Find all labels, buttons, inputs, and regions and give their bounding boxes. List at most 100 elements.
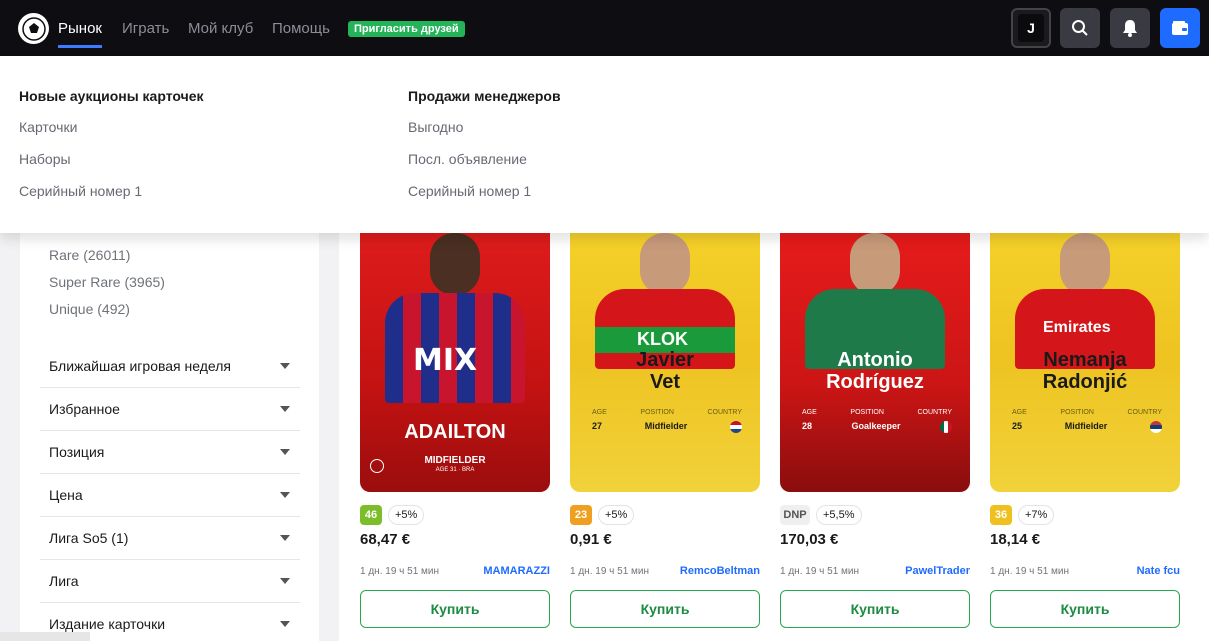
player-first-name: Antonio	[837, 349, 913, 371]
seller-name[interactable]: Nate fcu	[1137, 565, 1180, 577]
wallet-icon	[1172, 21, 1188, 35]
player-age: 28	[802, 421, 813, 431]
menu-link-bundles[interactable]: Наборы	[19, 151, 204, 169]
time-remaining: 1 дн. 19 ч 51 мин	[570, 566, 650, 577]
chevron-down-icon	[280, 621, 290, 627]
score-delta-badge: +5%	[598, 505, 635, 525]
player-score-badge: DNP	[780, 505, 810, 525]
filter-favorites[interactable]: Избранное	[40, 388, 300, 431]
player-card-image[interactable]: MIX ADAILTON MIDFIELDER AGE 31 · BRA	[360, 223, 550, 492]
search-button[interactable]	[1060, 8, 1100, 48]
top-navbar: Рынок Играть Мой клуб Помощь Пригласить …	[0, 0, 1209, 56]
menu-link-cards[interactable]: Карточки	[19, 119, 204, 137]
manager-sales-column: Продажи менеджеров Выгодно Посл. объявле…	[408, 88, 561, 215]
menu-link-latest-listing[interactable]: Посл. объявление	[408, 151, 561, 169]
bell-icon	[1123, 20, 1137, 37]
filter-position[interactable]: Позиция	[40, 431, 300, 474]
card-price: 68,47 €	[360, 531, 411, 548]
card-price: 18,14 €	[990, 531, 1041, 548]
age-label: AGE	[1012, 409, 1027, 416]
filter-so5-league[interactable]: Лига So5 (1)	[40, 517, 300, 560]
player-name: ADAILTON	[404, 421, 506, 443]
score-row: 46 +5%	[360, 505, 425, 525]
player-score-badge: 46	[360, 505, 382, 525]
notifications-button[interactable]	[1110, 8, 1150, 48]
market-dropdown-menu: Новые аукционы карточек Карточки Наборы …	[0, 56, 1209, 233]
mexico-flag-icon	[939, 421, 952, 433]
nav-market[interactable]: Рынок	[58, 20, 102, 37]
filter-sidebar: Rare (26011) Super Rare (3965) Unique (4…	[20, 233, 319, 641]
buy-button[interactable]: Купить	[360, 590, 550, 628]
buy-button[interactable]: Купить	[990, 590, 1180, 628]
time-remaining: 1 дн. 19 ч 51 мин	[780, 566, 860, 577]
filter-label: Ближайшая игровая неделя	[49, 358, 231, 374]
chevron-down-icon	[280, 578, 290, 584]
player-age: 27	[592, 421, 603, 431]
seller-name[interactable]: PawelTrader	[905, 565, 970, 577]
player-score-badge: 23	[570, 505, 592, 525]
player-first-name: Nemanja	[1043, 349, 1127, 371]
nav-my-club[interactable]: Мой клуб	[188, 20, 253, 37]
age-label: AGE	[592, 409, 607, 416]
player-position: Midfielder	[1064, 421, 1108, 431]
chevron-down-icon	[280, 535, 290, 541]
player-position: Midfielder	[644, 421, 688, 431]
position-label: POSITION	[850, 409, 884, 416]
chevron-down-icon	[280, 363, 290, 369]
chevron-down-icon	[280, 492, 290, 498]
score-row: DNP +5,5%	[780, 505, 862, 525]
player-photo	[850, 233, 900, 295]
manager-sales-title: Продажи менеджеров	[408, 88, 561, 104]
player-score-badge: 36	[990, 505, 1012, 525]
wallet-button[interactable]	[1160, 8, 1200, 48]
player-last-name: Radonjić	[1042, 371, 1128, 393]
position-label: POSITION	[640, 409, 674, 416]
filter-league[interactable]: Лига	[40, 560, 300, 603]
player-last-name: Vet	[649, 371, 681, 393]
player-jersey: MIX	[385, 293, 525, 403]
serbia-flag-icon	[1150, 421, 1162, 433]
player-position: Goalkeeper	[851, 421, 901, 431]
position-label: POSITION	[1060, 409, 1094, 416]
player-age-country: AGE 31 · BRA	[435, 467, 475, 473]
buy-button[interactable]: Купить	[780, 590, 970, 628]
sorare-logo-icon[interactable]	[18, 13, 49, 44]
menu-link-serial-1[interactable]: Серийный номер 1	[19, 183, 204, 201]
new-auctions-title: Новые аукционы карточек	[19, 88, 204, 104]
search-icon	[1072, 20, 1088, 36]
buy-button[interactable]: Купить	[570, 590, 760, 628]
card-listing: KLOK Javier Vet AGE POSITION COUNTRY 27 Mid…	[570, 223, 760, 641]
player-card-image[interactable]: KLOK Javier Vet AGE POSITION COUNTRY 27 Mid…	[570, 223, 760, 492]
rarity-super-rare[interactable]: Super Rare (3965)	[49, 274, 165, 290]
filter-label: Лига	[49, 573, 79, 589]
nav-help[interactable]: Помощь	[272, 20, 330, 37]
filter-price[interactable]: Цена	[40, 474, 300, 517]
player-card-image[interactable]: Emirates Nemanja Radonjić AGE POSITION COU…	[990, 223, 1180, 492]
score-delta-badge: +7%	[1018, 505, 1055, 525]
score-delta-badge: +5,5%	[816, 505, 862, 525]
filter-label: Цена	[49, 487, 83, 503]
card-listing-grid: MIX ADAILTON MIDFIELDER AGE 31 · BRA 46 …	[339, 223, 1209, 641]
invite-friends-button[interactable]: Пригласить друзей	[348, 21, 465, 37]
player-last-name: Rodríguez	[826, 371, 924, 393]
filter-label: Лига So5 (1)	[49, 530, 129, 546]
player-age: 25	[1012, 421, 1023, 431]
seller-name[interactable]: RemcoBeltman	[680, 565, 760, 577]
filter-next-gameweek[interactable]: Ближайшая игровая неделя	[40, 345, 300, 388]
menu-link-manager-serial-1[interactable]: Серийный номер 1	[408, 183, 561, 201]
nav-active-indicator	[58, 45, 102, 48]
player-photo	[640, 233, 690, 295]
player-photo	[1060, 233, 1110, 295]
country-label: COUNTRY	[917, 409, 952, 416]
rarity-rare[interactable]: Rare (26011)	[49, 247, 130, 263]
user-avatar-button[interactable]: J	[1011, 8, 1051, 48]
chevron-down-icon	[280, 406, 290, 412]
score-row: 36 +7%	[990, 505, 1055, 525]
rarity-unique[interactable]: Unique (492)	[49, 301, 130, 317]
player-card-image[interactable]: Antonio Rodríguez AGE POSITION COUNTRY 28 G…	[780, 223, 970, 492]
menu-link-best-value[interactable]: Выгодно	[408, 119, 561, 137]
player-position: MIDFIELDER	[424, 455, 486, 466]
nav-play[interactable]: Играть	[122, 20, 169, 37]
score-row: 23 +5%	[570, 505, 635, 525]
seller-name[interactable]: MAMARAZZI	[483, 565, 550, 577]
